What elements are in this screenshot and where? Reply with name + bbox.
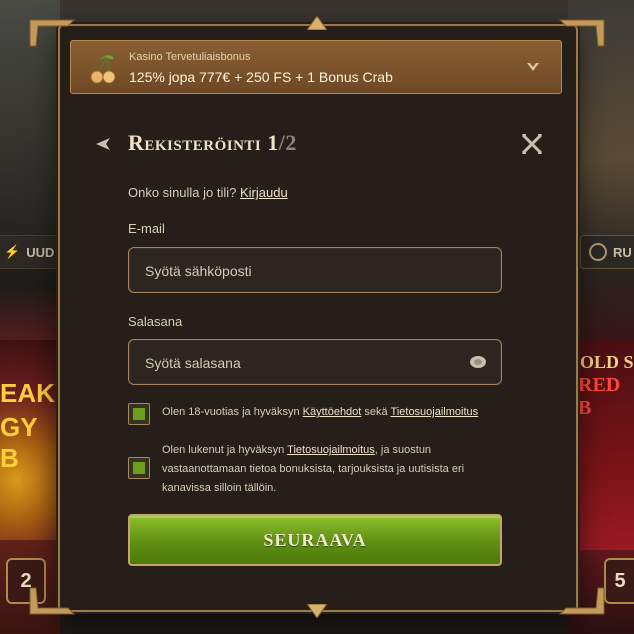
bonus-selector[interactable]: Kasino Tervetuliaisbonus 125% jopa 777€ … bbox=[70, 40, 562, 94]
background-tab-right-label: RU bbox=[613, 244, 632, 260]
corner-ornament-icon bbox=[28, 586, 76, 616]
login-prompt: Onko sinulla jo tili? Kirjaudu bbox=[128, 185, 288, 200]
corner-ornament-icon bbox=[558, 18, 606, 48]
background-game-left-text-2: GY B bbox=[0, 412, 38, 473]
privacy-link-2[interactable]: Tietosuojailmoitus bbox=[287, 444, 375, 456]
background-game-right-text-1: OLD S bbox=[580, 352, 634, 372]
corner-ornament-icon bbox=[28, 18, 76, 48]
login-prompt-text: Onko sinulla jo tili? bbox=[128, 185, 240, 200]
email-field[interactable] bbox=[143, 248, 457, 294]
consent-marketing-row: Olen lukenut ja hyväksyn Tietosuojailmoi… bbox=[128, 441, 492, 498]
title-main: Rekisteröinti 1 bbox=[128, 130, 279, 155]
close-icon[interactable] bbox=[520, 132, 544, 156]
consent-marketing-text-before: Olen lukenut ja hyväksyn bbox=[162, 444, 288, 456]
background-game-right-text-2: RED B bbox=[578, 374, 621, 419]
arrow-left-icon[interactable] bbox=[92, 134, 112, 154]
eye-icon[interactable] bbox=[469, 355, 487, 369]
bonus-label: Kasino Tervetuliaisbonus bbox=[129, 51, 251, 63]
page-title: Rekisteröinti 1/2 bbox=[128, 130, 297, 156]
consent-age-checkbox[interactable] bbox=[128, 403, 150, 425]
terms-link[interactable]: Käyttöehdot bbox=[303, 406, 362, 418]
password-label: Salasana bbox=[128, 314, 183, 329]
corner-ornament-icon bbox=[558, 586, 606, 616]
background-tab-left: ⚡ UUD bbox=[0, 235, 60, 269]
background-tab-left-label: UUD bbox=[26, 244, 55, 260]
privacy-link[interactable]: Tietosuojailmoitus bbox=[391, 406, 479, 418]
modal-header: Rekisteröinti 1/2 bbox=[82, 120, 552, 168]
consent-age-text: Olen 18-vuotias ja hyväksyn Käyttöehdot … bbox=[162, 403, 478, 422]
gem-ornament-icon bbox=[306, 15, 328, 31]
consent-age-text-before: Olen 18-vuotias ja hyväksyn bbox=[162, 406, 303, 418]
background-game-left-text-1: EAK bbox=[0, 378, 55, 408]
gem-ornament-icon bbox=[306, 603, 328, 619]
chevron-down-icon[interactable] bbox=[525, 60, 541, 74]
password-field-wrapper bbox=[128, 339, 502, 386]
coin-icon bbox=[589, 243, 607, 261]
login-link[interactable]: Kirjaudu bbox=[240, 185, 288, 200]
background-game-tile-right: OLD S RED B bbox=[572, 340, 634, 550]
next-button-label: SEURAAVA bbox=[263, 529, 367, 550]
lightning-icon: ⚡ bbox=[4, 244, 21, 259]
bonus-value: 125% jopa 777€ + 250 FS + 1 Bonus Crab bbox=[129, 69, 393, 85]
consent-marketing-checkbox[interactable] bbox=[128, 457, 150, 479]
background-badge-right: 5 bbox=[604, 558, 634, 604]
cherry-icon bbox=[87, 53, 119, 85]
next-button[interactable]: SEURAAVA bbox=[128, 514, 502, 566]
consent-marketing-text: Olen lukenut ja hyväksyn Tietosuojailmoi… bbox=[162, 441, 492, 498]
background-tab-right: RU bbox=[580, 235, 634, 269]
password-field[interactable] bbox=[143, 340, 457, 386]
consent-age-text-mid: sekä bbox=[361, 406, 391, 418]
email-field-wrapper bbox=[128, 247, 502, 294]
title-step: /2 bbox=[278, 130, 297, 155]
background-game-tile-left: EAK GY B bbox=[0, 340, 56, 540]
email-label: E-mail bbox=[128, 221, 165, 236]
consent-age-row: Olen 18-vuotias ja hyväksyn Käyttöehdot … bbox=[128, 403, 478, 425]
